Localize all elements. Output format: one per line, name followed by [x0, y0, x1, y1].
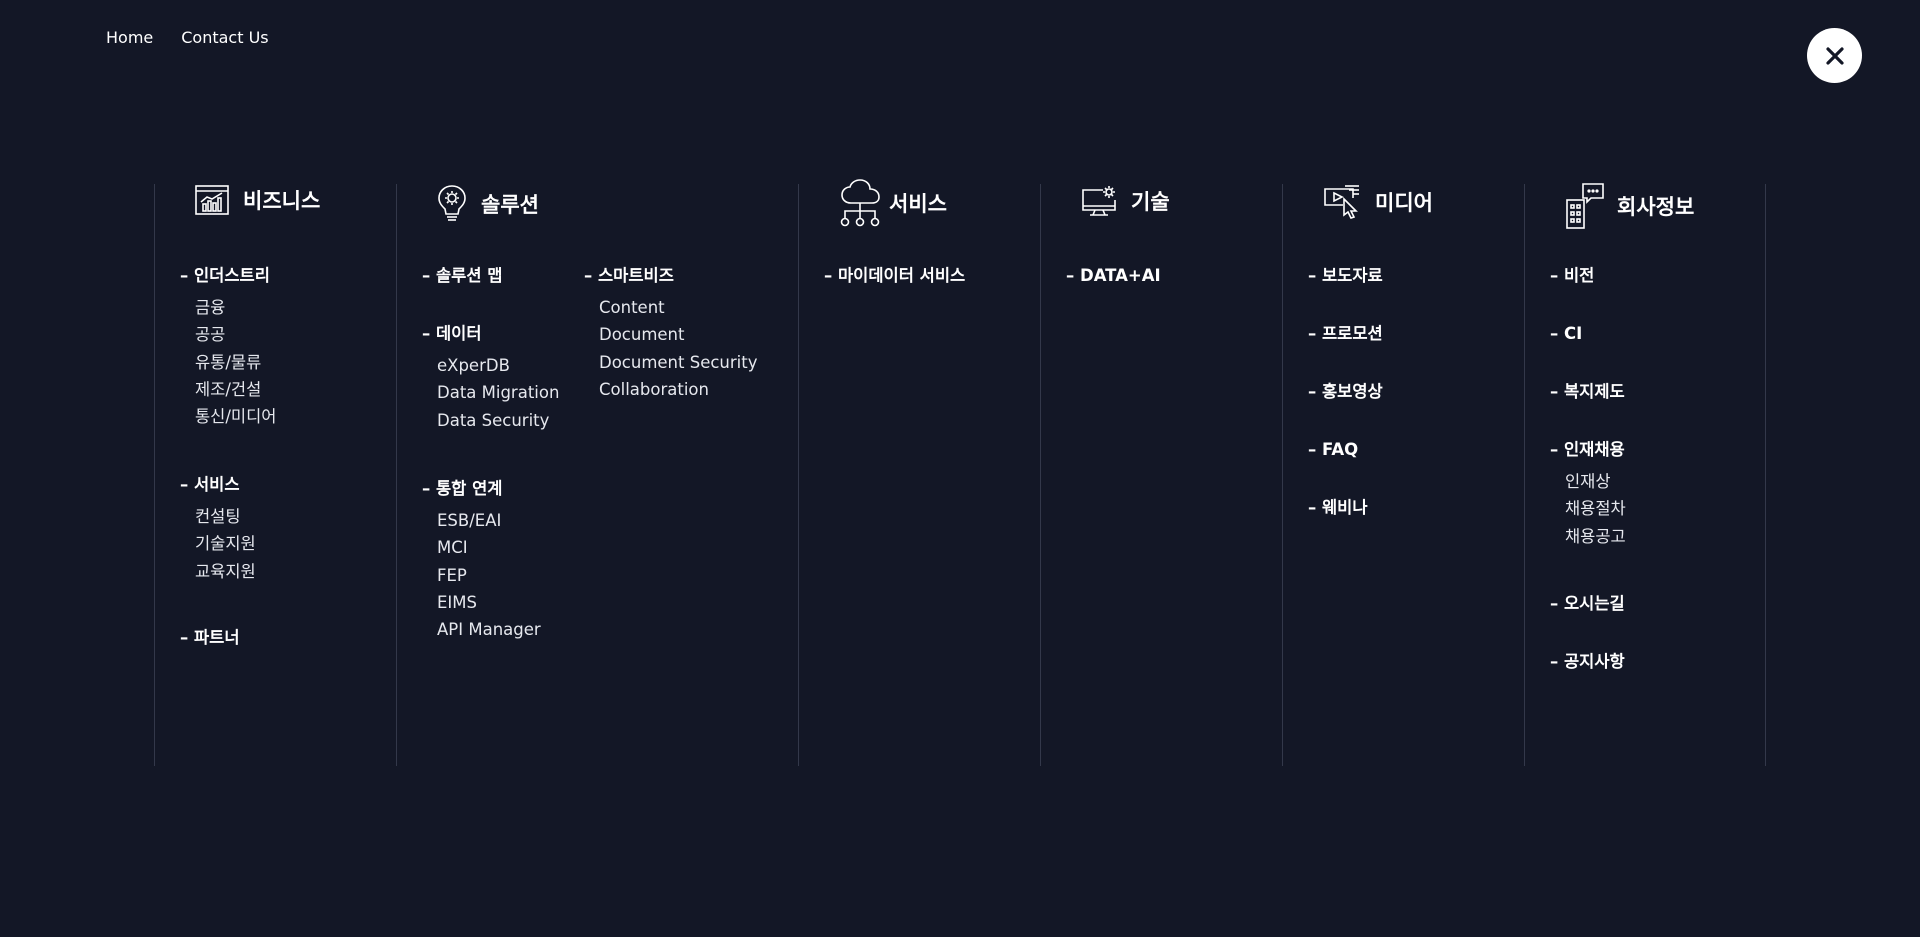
submenu-item[interactable]: 금융	[195, 294, 276, 321]
menu-section: – CI	[1550, 324, 1582, 344]
submenu-list: 인재상 채용절차 채용공고	[1565, 468, 1626, 550]
submenu-item[interactable]: Data Security	[437, 407, 559, 434]
contact-us-link[interactable]: Contact Us	[181, 28, 268, 47]
column-title: 솔루션	[481, 193, 539, 217]
submenu-item[interactable]: 기술지원	[195, 530, 256, 557]
column-header[interactable]: 미디어	[1323, 184, 1433, 220]
submenu-item[interactable]: MCI	[437, 534, 541, 561]
section-title-recruit[interactable]: – 인재채용	[1550, 440, 1626, 460]
submenu-item[interactable]: 유통/물류	[195, 349, 276, 376]
submenu-item[interactable]: Data Migration	[437, 379, 559, 406]
menu-column-company: 회사정보 – 비전 – CI – 복지제도 – 인재채용 인재상 채용절차 채용공고 –…	[1524, 182, 1766, 766]
top-nav: Home Contact Us	[106, 28, 269, 47]
menu-column-business: 비즈니스 – 인더스트리 금융 공공 유통/물류 제조/건설 통신/미디어 – 서비…	[154, 184, 397, 766]
menu-section: – 프로모션	[1308, 324, 1383, 344]
submenu-item[interactable]: EIMS	[437, 589, 541, 616]
column-title: 서비스	[889, 192, 947, 216]
menu-section: – 통합 연계 ESB/EAI MCI FEP EIMS API Manager	[422, 479, 541, 643]
section-title-press[interactable]: – 보도자료	[1308, 266, 1383, 286]
media-cursor-icon	[1324, 185, 1359, 219]
column-header[interactable]: 비즈니스	[195, 184, 320, 216]
menu-section: – 데이터 eXperDB Data Migration Data Securit…	[422, 324, 559, 434]
menu-section: – 마이데이터 서비스	[824, 266, 965, 286]
column-title: 비즈니스	[243, 189, 321, 213]
column-header[interactable]: 회사정보	[1565, 182, 1694, 230]
submenu-list: 금융 공공 유통/물류 제조/건설 통신/미디어	[195, 294, 276, 430]
submenu-item[interactable]: Document Security	[599, 349, 757, 376]
menu-section: – FAQ	[1308, 440, 1358, 460]
menu-section: – 보도자료	[1308, 266, 1383, 286]
menu-section: – 공지사항	[1550, 652, 1625, 672]
section-title-notice[interactable]: – 공지사항	[1550, 652, 1625, 672]
section-title-promo-video[interactable]: – 홍보영상	[1308, 382, 1383, 402]
submenu-item[interactable]: 교육지원	[195, 558, 256, 585]
column-header[interactable]: 기술	[1081, 184, 1170, 218]
column-header[interactable]: 서비스	[839, 179, 947, 227]
menu-section: – 인재채용 인재상 채용절차 채용공고	[1550, 440, 1626, 550]
menu-section: – 서비스 컨설팅 기술지원 교육지원	[180, 475, 256, 585]
section-title-partner[interactable]: – 파트너	[180, 628, 240, 648]
close-button[interactable]	[1807, 28, 1862, 83]
menu-column-media: 미디어 – 보도자료 – 프로모션 – 홍보영상 – FAQ – 웨비나	[1282, 184, 1525, 766]
submenu-item[interactable]: ESB/EAI	[437, 507, 541, 534]
menu-section: – 웨비나	[1308, 498, 1368, 518]
submenu-item[interactable]: API Manager	[437, 616, 541, 643]
section-title-directions[interactable]: – 오시는길	[1550, 594, 1625, 614]
menu-section: – DATA+AI	[1066, 266, 1161, 286]
section-title-smartbiz[interactable]: – 스마트비즈	[584, 266, 757, 286]
column-title: 기술	[1131, 190, 1170, 214]
menu-section: – 홍보영상	[1308, 382, 1383, 402]
menu-section: – 비전	[1550, 266, 1594, 286]
monitor-gear-icon	[1082, 186, 1116, 216]
menu-section: – 파트너	[180, 628, 240, 648]
section-title-service[interactable]: – 서비스	[180, 475, 256, 495]
submenu-item[interactable]: 공공	[195, 321, 276, 348]
column-title: 회사정보	[1617, 195, 1695, 219]
section-title-solution-map[interactable]: – 솔루션 맵	[422, 266, 502, 286]
section-title-data[interactable]: – 데이터	[422, 324, 559, 344]
section-title-industry[interactable]: – 인더스트리	[180, 266, 276, 286]
menu-column-technology: 기술 – DATA+AI	[1040, 184, 1283, 766]
section-title-welfare[interactable]: – 복지제도	[1550, 382, 1625, 402]
cloud-network-icon	[840, 179, 880, 227]
submenu-item[interactable]: 채용공고	[1565, 523, 1626, 550]
menu-section: – 스마트비즈 Content Document Document Securit…	[584, 266, 757, 403]
submenu-item[interactable]: FEP	[437, 562, 541, 589]
menu-section: – 복지제도	[1550, 382, 1625, 402]
section-title-ci[interactable]: – CI	[1550, 324, 1582, 344]
section-title-webinar[interactable]: – 웨비나	[1308, 498, 1368, 518]
menu-column-service: 서비스 – 마이데이터 서비스	[798, 179, 1041, 766]
menu-section: – 인더스트리 금융 공공 유통/물류 제조/건설 통신/미디어	[180, 266, 276, 430]
submenu-item[interactable]: Content	[599, 294, 757, 321]
column-header[interactable]: 솔루션	[437, 184, 539, 224]
menu-column-solution: 솔루션 – 솔루션 맵 – 데이터 eXperDB Data Migration D…	[396, 184, 799, 766]
section-title-vision[interactable]: – 비전	[1550, 266, 1594, 286]
submenu-item[interactable]: Collaboration	[599, 376, 757, 403]
section-title-data-ai[interactable]: – DATA+AI	[1066, 266, 1161, 286]
submenu-item[interactable]: 인재상	[1565, 468, 1626, 495]
building-chat-icon	[1566, 183, 1604, 229]
section-title-faq[interactable]: – FAQ	[1308, 440, 1358, 460]
submenu-list: ESB/EAI MCI FEP EIMS API Manager	[437, 507, 541, 643]
lightbulb-gear-icon	[438, 185, 466, 221]
chart-icon	[195, 185, 229, 215]
submenu-list: 컨설팅 기술지원 교육지원	[195, 503, 256, 585]
close-icon	[1825, 46, 1844, 65]
submenu-list: Content Document Document Security Colla…	[599, 294, 757, 403]
submenu-item[interactable]: 제조/건설	[195, 376, 276, 403]
section-title-mydata[interactable]: – 마이데이터 서비스	[824, 266, 965, 286]
column-title: 미디어	[1375, 191, 1433, 215]
section-title-promotion[interactable]: – 프로모션	[1308, 324, 1383, 344]
submenu-item[interactable]: Document	[599, 321, 757, 348]
submenu-list: eXperDB Data Migration Data Security	[437, 352, 559, 434]
submenu-item[interactable]: 컨설팅	[195, 503, 256, 530]
home-link[interactable]: Home	[106, 28, 153, 47]
menu-section: – 솔루션 맵	[422, 266, 502, 286]
submenu-item[interactable]: eXperDB	[437, 352, 559, 379]
submenu-item[interactable]: 통신/미디어	[195, 403, 276, 430]
section-title-integration[interactable]: – 통합 연계	[422, 479, 541, 499]
menu-section: – 오시는길	[1550, 594, 1625, 614]
submenu-item[interactable]: 채용절차	[1565, 495, 1626, 522]
